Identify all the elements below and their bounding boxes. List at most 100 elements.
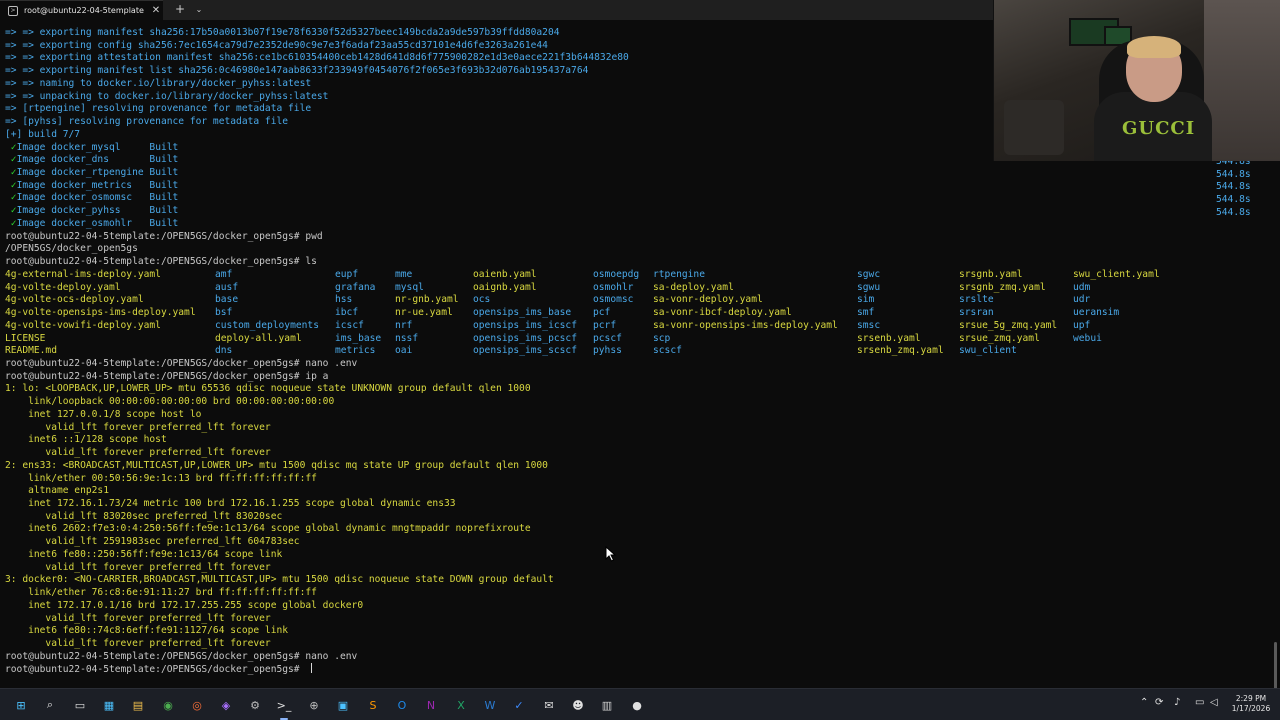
sublime-icon[interactable]: S <box>362 694 384 716</box>
ip-output-line: inet6 ::1/128 scope host <box>5 433 167 446</box>
teams-icon[interactable]: ☻ <box>567 694 589 716</box>
ip-output-line: 1: lo: <LOOPBACK,UP,LOWER_UP> mtu 65536 … <box>5 382 531 395</box>
image-name: Image docker_osmohlr <box>16 217 150 229</box>
ip-output-text: valid_lft forever preferred_lft forever <box>5 561 271 573</box>
excel-icon[interactable]: X <box>450 694 472 716</box>
ls-entry: eupf <box>335 268 359 280</box>
ls-entry: pcf <box>593 307 611 319</box>
ls-entry: pyhss <box>593 345 622 357</box>
network-tool-icon[interactable]: ⊕ <box>303 694 325 716</box>
ls-entry: oaienb.yaml <box>473 268 537 280</box>
sync-icon[interactable]: ⟳ <box>1155 697 1163 708</box>
image-built-line: ✓Image docker_osmohlr Built <box>5 217 179 230</box>
pwd-output: /OPEN5GS/docker_open5gs <box>5 242 138 255</box>
tab-title: root@ubuntu22-04-5template <box>24 6 144 15</box>
ls-entry: mme <box>395 268 413 280</box>
ls-entry: srsgnb_zmq.yaml <box>959 281 1046 293</box>
ls-entry: grafana <box>335 281 376 293</box>
display-icon[interactable]: ▭ <box>1195 697 1204 708</box>
ls-entry: swu_client <box>959 345 1017 357</box>
ip-output-line: link/loopback 00:00:00:00:00:00 brd 00:0… <box>5 395 334 408</box>
image-status: Built <box>149 154 179 166</box>
close-tab-icon[interactable]: ✕ <box>149 5 163 16</box>
ls-entry: srsran <box>959 307 994 319</box>
image-status: Built <box>149 179 179 191</box>
todo-icon[interactable]: ✓ <box>508 694 530 716</box>
ls-entry: amf <box>215 268 233 280</box>
file-explorer-icon[interactable]: ▤ <box>127 694 149 716</box>
speaker-icon[interactable]: ◁ <box>1210 697 1218 708</box>
ls-entry: nr-ue.yaml <box>395 307 453 319</box>
terminal-app-icon[interactable]: >_ <box>273 694 295 720</box>
mic-icon[interactable]: ♪ <box>1174 697 1180 708</box>
check-icon: ✓ <box>5 154 17 166</box>
ls-entry: osmohlr <box>593 281 634 293</box>
ls-entry: 4g-external-ims-deploy.yaml <box>5 268 161 280</box>
new-tab-button[interactable]: + <box>172 2 188 18</box>
notepad-icon[interactable]: ▥ <box>596 694 618 716</box>
ls-entry: sa-vonr-opensips-ims-deploy.yaml <box>653 319 838 331</box>
ip-output-line: inet 127.0.0.1/8 scope host lo <box>5 408 201 421</box>
check-icon: ✓ <box>5 141 17 153</box>
task-view-icon[interactable]: ▭ <box>69 694 91 716</box>
ls-entry: LICENSE <box>5 332 46 344</box>
ip-output-text: inet6 fe80::250:56ff:fe9e:1c13/64 scope … <box>5 548 283 560</box>
ls-entry: udr <box>1073 294 1091 306</box>
window-icon[interactable]: ▣ <box>332 694 354 716</box>
terminal-tab[interactable]: > root@ubuntu22-04-5template ✕ <box>0 0 163 20</box>
image-status: Built <box>149 192 179 204</box>
widgets-icon[interactable]: ▦ <box>98 694 120 716</box>
build-output-line: => => exporting attestation manifest sha… <box>5 51 629 64</box>
tab-dropdown-button[interactable]: ⌄ <box>192 2 206 18</box>
ls-entry: scscf <box>653 345 682 357</box>
check-icon: ✓ <box>5 217 17 229</box>
build-output-line: => => naming to docker.io/library/docker… <box>5 77 311 90</box>
chevron-up-icon[interactable]: ⌃ <box>1140 697 1148 708</box>
shell-command: pwd <box>299 230 323 242</box>
build-arrow: => => <box>5 77 40 89</box>
ip-output-line: link/ether 76:c8:6e:91:11:27 brd ff:ff:f… <box>5 586 317 599</box>
ls-entry: nrf <box>395 319 413 331</box>
image-built-line: ✓Image docker_osmomsc Built <box>5 191 179 204</box>
image-name: Image docker_osmomsc <box>16 192 150 204</box>
build-arrow: => <box>5 116 23 128</box>
onenote-icon[interactable]: N <box>420 694 442 716</box>
settings-icon[interactable]: ⚙ <box>244 694 266 716</box>
ip-output-text: 2: ens33: <BROADCAST,MULTICAST,UP,LOWER_… <box>5 459 548 471</box>
image-built-line: ✓Image docker_rtpengine Built <box>5 166 179 179</box>
webcam-person-hair <box>1127 36 1181 58</box>
taskbar-clock[interactable]: 2:29 PM 1/17/2026 <box>1228 694 1274 714</box>
ip-output-text: valid_lft forever preferred_lft forever <box>5 447 271 459</box>
windows-start-icon[interactable]: ⊞ <box>10 694 32 716</box>
build-text: exporting manifest sha256:17b50a0013b07f… <box>39 27 560 38</box>
mail-icon[interactable]: ✉ <box>538 694 560 716</box>
prompt-line: root@ubuntu22-04-5template:/OPEN5GS/dock… <box>5 357 357 370</box>
search-icon[interactable]: ⌕ <box>39 694 61 716</box>
ip-output-text: valid_lft forever preferred_lft forever <box>5 638 271 650</box>
ip-output-text: inet 127.0.0.1/8 scope host lo <box>5 408 202 420</box>
chrome-icon[interactable]: ◉ <box>157 694 179 716</box>
firefox-icon[interactable]: ◎ <box>186 694 208 716</box>
ip-output-text: valid_lft 83020sec preferred_lft 83020se… <box>5 510 283 522</box>
word-icon[interactable]: W <box>479 694 501 716</box>
vs-icon[interactable]: ◈ <box>215 694 237 716</box>
ip-output-text: 3: docker0: <NO-CARRIER,BROADCAST,MULTIC… <box>5 574 554 586</box>
webcam-desk-item <box>1004 100 1064 155</box>
clock-date: 1/17/2026 <box>1231 704 1271 713</box>
ip-output-line: altname enp2s1 <box>5 484 109 497</box>
ls-entry: sgwc <box>857 268 881 280</box>
image-status: Built <box>149 167 179 179</box>
ls-entry: 4g-volte-opensips-ims-deploy.yaml <box>5 307 196 319</box>
ls-entry: srsenb.yaml <box>857 332 921 344</box>
image-name: Image docker_rtpengine <box>16 167 150 179</box>
shell-prompt: root@ubuntu22-04-5template:/OPEN5GS/dock… <box>5 357 300 369</box>
check-icon: ✓ <box>5 192 17 204</box>
build-summary-text: [+] build 7/7 <box>5 128 81 140</box>
obs-icon[interactable]: ● <box>626 694 648 716</box>
ip-output-line: valid_lft forever preferred_lft forever <box>5 637 271 650</box>
scrollbar-thumb[interactable] <box>1274 642 1277 688</box>
windows-taskbar: 2:29 PM 1/17/2026 ⊞ ⌕ ▭ ▦ ▤ ◉ ◎ ◈ ⚙ >_ ⊕ ▣ S O N X W ✓ ✉ ☻ ▥… <box>0 688 1280 720</box>
outlook-icon[interactable]: O <box>391 694 413 716</box>
ls-entry: webui <box>1073 332 1102 344</box>
build-output-line: => [rtpengine] resolving provenance for … <box>5 102 311 115</box>
